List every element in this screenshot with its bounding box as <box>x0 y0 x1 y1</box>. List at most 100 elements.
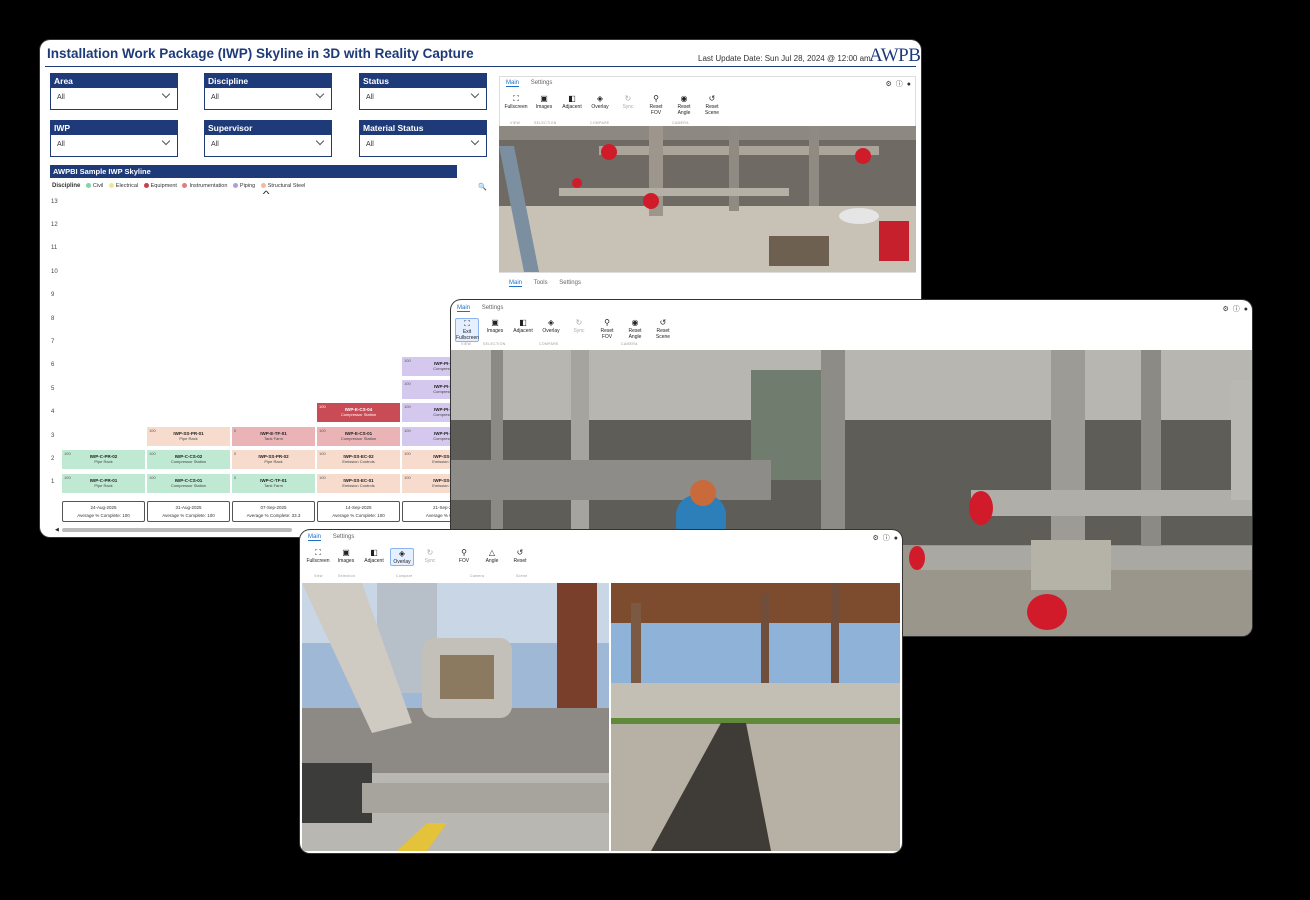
iwp-block[interactable]: 100 IWP-E-CS-01 Compressor Station <box>317 426 400 446</box>
user-icon[interactable]: ● <box>1244 306 1248 313</box>
iwp-block[interactable]: 100 IWP-SS-EC-02 Emission Controls <box>317 450 400 470</box>
tab-settings[interactable]: Settings <box>559 280 581 286</box>
iwp-filter[interactable]: IWP All <box>50 120 178 157</box>
supervisor-filter[interactable]: Supervisor All <box>204 120 332 157</box>
week-date-cell[interactable]: 31-Aug-2025 Average % Complete: 100 <box>147 501 230 522</box>
images-icon: ▣ <box>342 548 350 557</box>
adjacent-button[interactable]: ◧ Adjacent <box>560 94 584 110</box>
tab-main[interactable]: Main <box>457 305 471 312</box>
sync-button[interactable]: ↻ Sync <box>616 94 640 110</box>
sync-icon: ↻ <box>575 318 583 327</box>
y-tick-label: 10 <box>51 268 58 275</box>
tab-settings[interactable]: Settings <box>531 80 553 86</box>
group-label-selection: Selection <box>338 574 356 578</box>
iwp-block[interactable]: 100 IWP-C-CS-02 Compressor Station <box>147 450 230 470</box>
chevron-down-icon[interactable] <box>315 136 325 146</box>
adjacent-icon: ◧ <box>370 548 378 557</box>
viewer1-image[interactable] <box>499 126 916 272</box>
exit-fullscreen-button[interactable]: ⛶ Exit Fullscreen <box>455 318 479 342</box>
awpbi-logo: AWPBI <box>869 45 921 66</box>
images-button[interactable]: ▣ Images <box>334 548 358 564</box>
chevron-down-icon[interactable] <box>470 136 480 146</box>
iwp-percent: 0 <box>234 451 237 457</box>
sync-button[interactable]: ↻ Sync <box>567 318 591 334</box>
iwp-block[interactable]: 100 IWP-E-CS-04 Compressor Station <box>317 403 400 423</box>
y-tick-label: 11 <box>51 245 58 252</box>
iwp-block[interactable]: 100 IWP-C-PR-01 Pipe Rack <box>62 473 145 493</box>
reset-scene-button[interactable]: ↺ Reset Scene <box>651 318 675 340</box>
tab-settings[interactable]: Settings <box>333 534 355 540</box>
reset-button[interactable]: ↺ Reset <box>508 548 532 564</box>
fov-button[interactable]: ⚲ FOV <box>452 548 476 564</box>
help-icon[interactable]: ⓘ <box>1233 306 1240 313</box>
horizontal-scrollbar[interactable] <box>62 528 292 532</box>
week-date-cell[interactable]: 07-Sep-2025 Average % Complete: 33.3 <box>232 501 315 522</box>
adjacent-icon: ◧ <box>568 94 576 103</box>
iwp-percent: 100 <box>404 381 411 386</box>
angle-button[interactable]: △ Angle <box>480 548 504 564</box>
reset-icon: ↺ <box>708 94 716 103</box>
overlay-button[interactable]: ◈ Overlay <box>390 548 414 566</box>
week-date-cell[interactable]: 24-Aug-2025 Average % Complete: 100 <box>62 501 145 522</box>
images-button[interactable]: ▣ Images <box>483 318 507 334</box>
week-date-cell[interactable]: 14-Sep-2025 Average % Complete: 100 <box>317 501 400 522</box>
discipline-filter[interactable]: Discipline All <box>204 73 332 110</box>
material-status-filter[interactable]: Material Status All <box>359 120 487 157</box>
search-icon[interactable]: 🔍 <box>478 183 487 191</box>
tab-main[interactable]: Main <box>509 280 523 287</box>
iwp-percent: 100 <box>149 451 156 457</box>
images-button[interactable]: ▣ Images <box>532 94 556 110</box>
chevron-down-icon[interactable] <box>161 136 171 146</box>
iwp-location: Emission Controls <box>342 482 375 488</box>
legend-item[interactable]: Civil <box>85 183 103 189</box>
gear-icon[interactable]: ⚙ <box>885 81 891 88</box>
viewer3-left-image[interactable] <box>302 583 609 851</box>
legend-item[interactable]: Piping <box>232 183 255 189</box>
iwp-block[interactable]: 0 IWP-E-TF-01 Tank Farm <box>232 426 315 446</box>
adjacent-button[interactable]: ◧ Adjacent <box>362 548 386 564</box>
help-icon[interactable]: ⓘ <box>896 81 903 88</box>
iwp-block[interactable]: 0 IWP-C-TF-01 Tank Farm <box>232 473 315 493</box>
reset-scene-button[interactable]: ↺ Reset Scene <box>700 94 724 116</box>
overlay-button[interactable]: ◈ Overlay <box>588 94 612 110</box>
chevron-up-icon[interactable]: ^ <box>263 189 270 199</box>
gear-icon[interactable]: ⚙ <box>1222 306 1228 313</box>
reset-fov-button[interactable]: ⚲ Reset FOV <box>644 94 668 116</box>
user-icon[interactable]: ● <box>907 81 911 88</box>
reset-angle-button[interactable]: ◉ Reset Angle <box>672 94 696 116</box>
chevron-down-icon[interactable] <box>161 89 171 99</box>
user-icon[interactable]: ● <box>894 535 898 542</box>
chevron-down-icon[interactable] <box>470 89 480 99</box>
tab-settings[interactable]: Settings <box>482 305 504 311</box>
viewer1-bottom-toolbar: Main Tools Settings <box>499 272 916 297</box>
iwp-block[interactable]: 100 IWP-SS-EC-01 Emission Controls <box>317 473 400 493</box>
legend-item[interactable]: Electrical <box>108 183 138 189</box>
iwp-block[interactable]: 100 IWP-C-CS-01 Compressor Station <box>147 473 230 493</box>
legend-item[interactable]: Instrumentation <box>182 183 227 189</box>
fullscreen-button[interactable]: ⛶ Fullscreen <box>504 94 528 110</box>
overlay-button[interactable]: ◈ Overlay <box>539 318 563 334</box>
sync-button[interactable]: ↻ Sync <box>418 548 442 564</box>
chevron-down-icon[interactable] <box>315 89 325 99</box>
tab-main[interactable]: Main <box>308 534 322 541</box>
iwp-block[interactable]: 100 IWP-SS-PR-01 Pipe Rack <box>147 426 230 446</box>
scroll-left-icon[interactable]: ◀ <box>55 527 59 533</box>
y-tick-label: 12 <box>51 221 58 228</box>
viewer3-right-image[interactable] <box>611 583 900 851</box>
fullscreen-button[interactable]: ⛶ Fullscreen <box>306 548 330 564</box>
iwp-block[interactable]: 0 IWP-SS-PR-02 Pipe Rack <box>232 450 315 470</box>
reset-angle-button[interactable]: ◉ Reset Angle <box>623 318 647 340</box>
legend-item[interactable]: Equipment <box>143 183 177 189</box>
iwp-percent: 100 <box>319 451 326 457</box>
group-label-selection: SELECTION <box>534 121 557 125</box>
tab-main[interactable]: Main <box>506 80 520 87</box>
status-filter-value: All <box>366 94 374 101</box>
gear-icon[interactable]: ⚙ <box>872 535 878 542</box>
reset-fov-button[interactable]: ⚲ Reset FOV <box>595 318 619 340</box>
tab-tools[interactable]: Tools <box>534 280 548 286</box>
status-filter[interactable]: Status All <box>359 73 487 110</box>
adjacent-button[interactable]: ◧ Adjacent <box>511 318 535 334</box>
iwp-block[interactable]: 100 IWP-C-PR-02 Pipe Rack <box>62 450 145 470</box>
area-filter[interactable]: Area All <box>50 73 178 110</box>
help-icon[interactable]: ⓘ <box>883 535 890 542</box>
